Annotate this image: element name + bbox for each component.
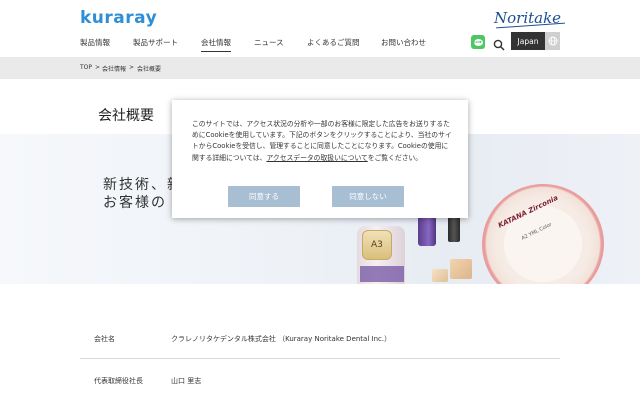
breadcrumb: TOP > 会社情報 > 会社概要 bbox=[0, 57, 640, 79]
search-button[interactable] bbox=[493, 36, 505, 51]
site-header: kuraray Noritake 製品情報 製品サポート 会社情報 ニュース よ… bbox=[0, 0, 640, 57]
breadcrumb-separator: > bbox=[129, 64, 135, 71]
line-button[interactable]: LINE bbox=[471, 35, 485, 49]
line-icon: LINE bbox=[473, 38, 483, 46]
jar-cap-label: A3 bbox=[371, 240, 383, 250]
info-key: 会社名 bbox=[94, 335, 115, 343]
language-selector[interactable]: Japan bbox=[511, 32, 545, 50]
nav-item-news[interactable]: ニュース bbox=[254, 37, 284, 48]
breadcrumb-separator: > bbox=[95, 64, 101, 71]
page-title: 会社概要 bbox=[98, 108, 154, 124]
noritake-logo[interactable]: Noritake bbox=[494, 9, 561, 27]
breadcrumb-company[interactable]: 会社情報 bbox=[102, 64, 126, 73]
info-divider bbox=[80, 358, 560, 359]
zirconia-disc-image: KATANA Zirconia A2 YML Color bbox=[474, 176, 612, 284]
breadcrumb-current: 会社概要 bbox=[137, 66, 162, 73]
nav-item-product-support[interactable]: 製品サポート bbox=[133, 37, 178, 48]
cookie-message: このサイトでは、アクセス状況の分析や一部のお客様に限定した広告をお送りするために… bbox=[192, 119, 452, 164]
search-icon bbox=[493, 39, 505, 51]
nav-item-products[interactable]: 製品情報 bbox=[80, 37, 110, 48]
disagree-button[interactable]: 同意しない bbox=[332, 186, 404, 207]
nav-item-contact[interactable]: お問い合わせ bbox=[381, 37, 426, 48]
disc-center bbox=[499, 200, 587, 284]
jar-label-image bbox=[360, 266, 404, 282]
agree-button[interactable]: 同意する bbox=[228, 186, 300, 207]
ceramic-block-small-image bbox=[432, 269, 448, 282]
nav-item-faq[interactable]: よくあるご質問 bbox=[307, 37, 360, 48]
jar-cap-image: A3 bbox=[362, 230, 392, 260]
breadcrumb-top[interactable]: TOP bbox=[80, 64, 92, 71]
purple-bottle-image bbox=[418, 216, 436, 246]
ceramic-block-image bbox=[450, 259, 472, 279]
info-value: クラレノリタケデンタル株式会社 （Kuraray Noritake Dental… bbox=[171, 335, 392, 343]
kuraray-logo[interactable]: kuraray bbox=[80, 8, 157, 28]
access-data-policy-link[interactable]: アクセスデータの取扱いについて bbox=[266, 154, 367, 162]
info-key: 代表取締役社長 bbox=[94, 377, 143, 385]
info-value: 山口 里志 bbox=[171, 377, 202, 385]
cookie-consent-dialog: このサイトでは、アクセス状況の分析や一部のお客様に限定した広告をお送りするために… bbox=[172, 100, 468, 218]
globe-button[interactable] bbox=[545, 32, 560, 50]
nav-item-company[interactable]: 会社情報 bbox=[201, 37, 231, 52]
cookie-message-suffix: をご覧ください。 bbox=[367, 153, 423, 162]
hero-headline-line1: 新技術、新 bbox=[103, 177, 183, 193]
globe-icon bbox=[548, 36, 557, 46]
